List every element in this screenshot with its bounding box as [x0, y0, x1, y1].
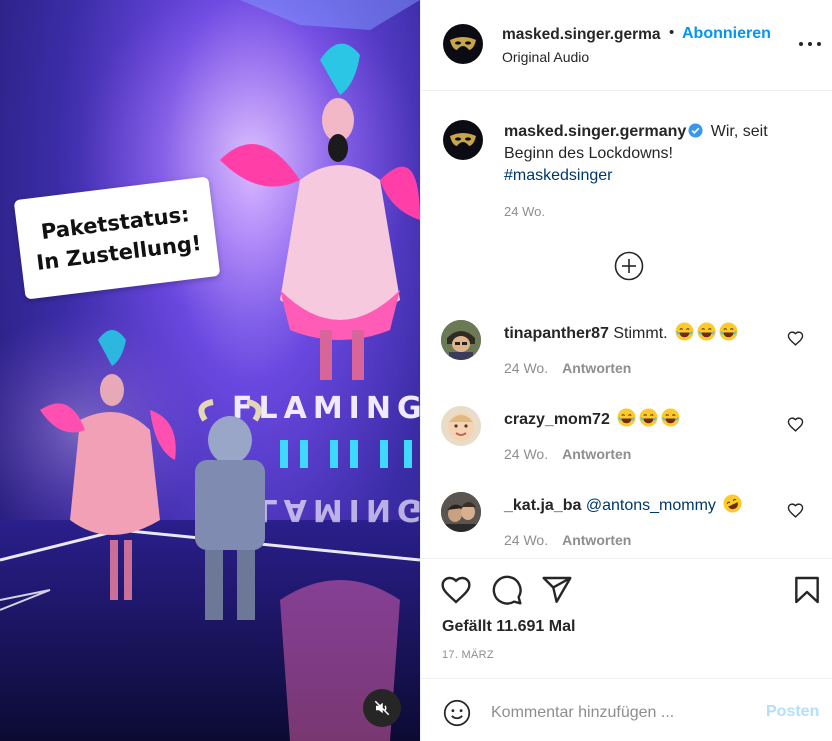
post-header: masked.singer.germa • Abonnieren Origina…: [421, 0, 832, 91]
like-count[interactable]: Gefällt 11.691 Mal: [442, 618, 575, 636]
speaker-muted-icon: [374, 700, 390, 716]
comment-item: crazy_mom72 24 Wo. Antworten: [421, 406, 832, 476]
like-heart-icon[interactable]: [440, 574, 472, 606]
comment-meta: 24 Wo. Antworten: [504, 532, 631, 548]
separator-dot: •: [669, 24, 675, 41]
comment-username[interactable]: _kat.ja_ba: [504, 497, 581, 514]
avatar[interactable]: [443, 120, 483, 160]
user-photo-icon: [441, 320, 481, 360]
comment-text: crazy_mom72: [504, 408, 680, 429]
share-send-icon[interactable]: [541, 574, 573, 606]
heart-icon[interactable]: [787, 416, 804, 433]
post-details-panel: masked.singer.germa • Abonnieren Origina…: [420, 0, 832, 741]
post-actions: Gefällt 11.691 Mal 17. MÄRZ: [421, 558, 832, 678]
hashtag-link[interactable]: #maskedsinger: [504, 167, 613, 184]
comment-item: _kat.ja_ba @antons_mommy 24 Wo. Antworten: [421, 492, 832, 562]
post-comment-button[interactable]: Posten: [766, 703, 819, 721]
comment-body: Stimmt.: [613, 325, 668, 342]
author-username[interactable]: masked.singer.germa: [502, 26, 666, 44]
masked-singer-logo-icon: [450, 37, 476, 50]
avatar[interactable]: [441, 406, 481, 446]
add-comment-bar: Posten: [421, 678, 832, 741]
comment-bubble-icon[interactable]: [491, 574, 523, 606]
emoji-picker-icon[interactable]: [443, 699, 471, 727]
avatar[interactable]: [441, 320, 481, 360]
reply-button[interactable]: Antworten: [562, 360, 631, 376]
caption-text: masked.singer.germany Wir, seit Beginn d…: [504, 121, 804, 187]
comment-timestamp: 24 Wo.: [504, 360, 549, 376]
mention-link[interactable]: @antons_mommy: [586, 497, 716, 514]
comment-username[interactable]: crazy_mom72: [504, 411, 610, 428]
laughing-emoji-icon: [675, 322, 694, 341]
heart-icon[interactable]: [787, 502, 804, 519]
comment-timestamp: 24 Wo.: [504, 446, 549, 462]
comment-text: tinapanther87 Stimmt.: [504, 322, 738, 343]
comment-meta: 24 Wo. Antworten: [504, 360, 631, 376]
laughing-emoji-icon: [661, 408, 680, 427]
emoji-group: [614, 408, 680, 428]
comment-username[interactable]: tinapanther87: [504, 325, 609, 342]
mute-button[interactable]: [363, 689, 401, 727]
laughing-emoji-icon: [719, 322, 738, 341]
reply-button[interactable]: Antworten: [562, 532, 631, 548]
post-date[interactable]: 17. MÄRZ: [442, 649, 494, 661]
heart-icon[interactable]: [787, 330, 804, 347]
laughing-emoji-icon: [697, 322, 716, 341]
emoji-group: [672, 322, 738, 342]
bookmark-icon[interactable]: [791, 574, 823, 606]
comment-timestamp: 24 Wo.: [504, 532, 549, 548]
more-options-icon[interactable]: [799, 34, 821, 54]
avatar[interactable]: [441, 492, 481, 532]
post-video[interactable]: FLAMINGO FLAMINGO: [0, 0, 420, 741]
laughing-emoji-icon: [639, 408, 658, 427]
caption-timestamp: 24 Wo.: [504, 204, 545, 219]
comment-meta: 24 Wo. Antworten: [504, 446, 631, 462]
avatar[interactable]: [443, 24, 483, 64]
user-photo-icon: [441, 406, 481, 446]
audio-link[interactable]: Original Audio: [502, 49, 589, 65]
comment-input[interactable]: [491, 699, 751, 727]
laughing-emoji-icon: [617, 408, 636, 427]
rofl-emoji-icon: [723, 494, 742, 513]
user-photo-icon: [441, 492, 481, 532]
caption-username[interactable]: masked.singer.germany: [504, 123, 686, 140]
verified-badge-icon: [688, 123, 703, 138]
video-frame: FLAMINGO FLAMINGO: [0, 0, 420, 741]
follow-button[interactable]: Abonnieren: [682, 25, 771, 43]
masked-singer-logo-icon: [450, 133, 476, 146]
reply-button[interactable]: Antworten: [562, 446, 631, 462]
comment-text: _kat.ja_ba @antons_mommy: [504, 494, 742, 515]
load-more-comments-icon[interactable]: [614, 251, 644, 281]
comment-item: tinapanther87 Stimmt. 24 Wo. Antworten: [421, 320, 832, 390]
